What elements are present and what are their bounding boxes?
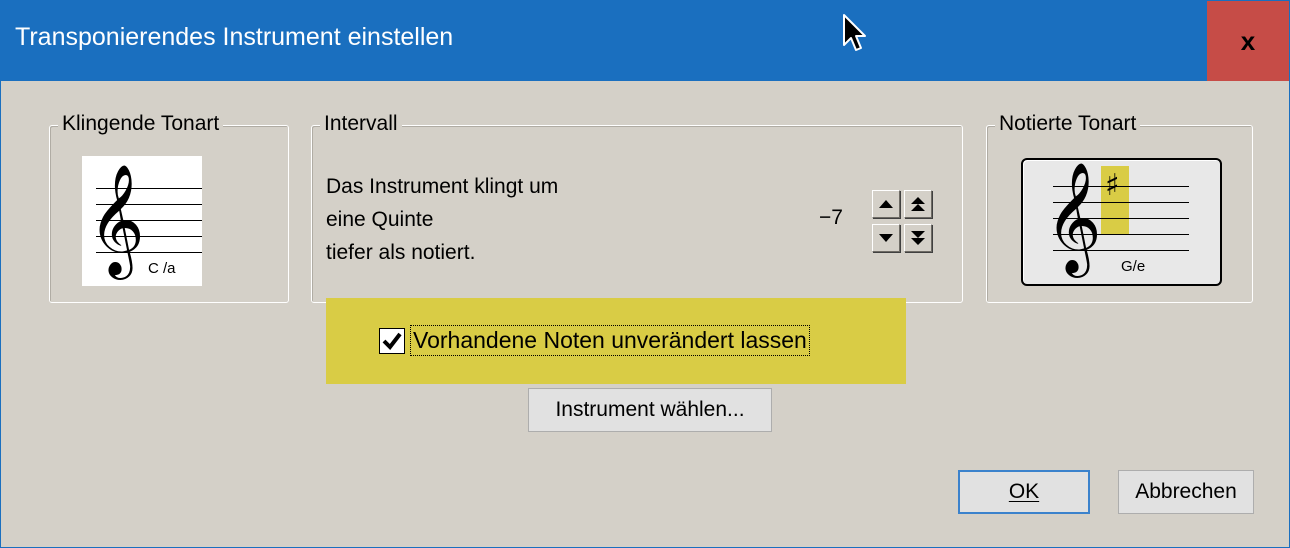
ok-button[interactable]: OK (958, 470, 1090, 514)
interval-up-button[interactable] (872, 190, 900, 218)
notated-key-button[interactable]: 𝄞 ♯ G/e (1021, 158, 1222, 286)
title-bar: Transponierendes Instrument einstellen x (1, 1, 1289, 81)
interval-description: Das Instrument klingt um eine Quinte tie… (326, 170, 558, 269)
sounding-key-staff: 𝄞 C /a (82, 156, 202, 286)
interval-down-button[interactable] (872, 224, 900, 252)
interval-group: Intervall Das Instrument klingt um eine … (311, 112, 963, 303)
interval-octave-up-button[interactable] (904, 190, 932, 218)
transpose-dialog: Transponierendes Instrument einstellen x… (0, 0, 1290, 548)
notated-key-label: G/e (1121, 258, 1146, 275)
arrow-down-icon (879, 234, 893, 242)
interval-line-2: eine Quinte (326, 208, 434, 231)
cancel-button[interactable]: Abbrechen (1118, 470, 1254, 514)
cancel-label: Abbrechen (1135, 480, 1237, 503)
cursor-icon (843, 14, 866, 51)
notated-key-staff: 𝄞 ♯ G/e (1023, 160, 1216, 280)
checkmark-icon (382, 332, 402, 350)
close-icon: x (1240, 25, 1256, 56)
ok-label: OK (1008, 480, 1040, 503)
close-button[interactable]: x (1207, 1, 1289, 81)
sharp-icon: ♯ (1105, 168, 1120, 203)
choose-instrument-label: Instrument wählen... (555, 398, 745, 421)
sounding-key-group: Klingende Tonart 𝄞 C /a (49, 112, 289, 303)
treble-clef-icon: 𝄞 (1045, 161, 1102, 273)
window-title: Transponierendes Instrument einstellen (15, 23, 454, 51)
interval-value: −7 (819, 206, 843, 229)
arrow-up-icon (879, 200, 893, 208)
treble-clef-icon: 𝄞 (88, 163, 145, 275)
choose-instrument-button[interactable]: Instrument wählen... (528, 388, 772, 432)
interval-legend: Intervall (320, 112, 402, 136)
interval-octave-down-button[interactable] (904, 224, 932, 252)
sounding-key-legend: Klingende Tonart (58, 112, 224, 136)
interval-line-1: Das Instrument klingt um (326, 175, 559, 198)
notated-key-legend: Notierte Tonart (995, 112, 1141, 136)
sounding-key-label: C /a (148, 260, 176, 277)
interval-line-3: tiefer als notiert. (326, 241, 476, 264)
double-arrow-down-icon (911, 231, 925, 245)
keep-notes-checkbox[interactable] (379, 328, 405, 354)
keep-notes-label[interactable]: Vorhandene Noten unverändert lassen (410, 325, 810, 356)
double-arrow-up-icon (911, 197, 925, 211)
